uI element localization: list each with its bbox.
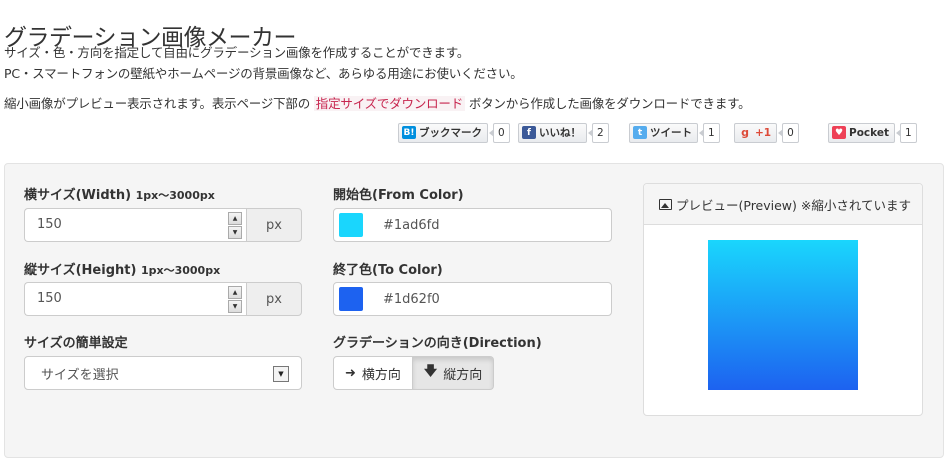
width-input-group: 150 ▲ ▼ px xyxy=(24,208,302,242)
from-color-label: 開始色(From Color) xyxy=(333,188,464,203)
to-color-value: #1d62f0 xyxy=(383,291,440,307)
height-label: 縦サイズ(Height) 1px〜3000px xyxy=(24,259,220,278)
width-value: 150 xyxy=(37,217,62,232)
width-label-text: 横サイズ(Width) xyxy=(24,188,132,203)
picture-icon xyxy=(659,198,672,210)
hatena-bookmark-widget: B! ブックマーク 0 xyxy=(398,122,510,143)
width-spinner: ▲ ▼ xyxy=(228,212,242,239)
height-input-group: 150 ▲ ▼ px xyxy=(24,282,302,316)
facebook-label: いいね！ xyxy=(539,127,581,139)
pocket-icon: ♥ xyxy=(832,126,846,139)
width-unit: px xyxy=(246,208,302,242)
gplus-button[interactable]: g +1 xyxy=(734,122,778,143)
description-text: 縮小画像がプレビュー表示されます。表示ページ下部の xyxy=(4,96,311,111)
settings-panel: 横サイズ(Width) 1px〜3000px 150 ▲ ▼ px 縦サイズ(H… xyxy=(4,163,944,458)
hatena-label: ブックマーク xyxy=(419,127,482,139)
to-color-label: 終了色(To Color) xyxy=(333,263,443,278)
pocket-widget: ♥ Pocket 1 xyxy=(828,122,917,143)
gplus-icon: g xyxy=(741,126,749,139)
preview-panel: プレビュー(Preview) ※縮小されています xyxy=(643,183,923,416)
preview-header: プレビュー(Preview) ※縮小されています xyxy=(644,184,922,225)
description-line-2: PC・スマートフォンの壁紙やホームページの背景画像など、あらゆる用途にお使いくだ… xyxy=(4,66,523,81)
facebook-icon: f xyxy=(522,126,536,139)
width-input[interactable]: 150 ▲ ▼ xyxy=(24,208,246,242)
facebook-count: 2 xyxy=(588,122,609,143)
gplus-label: +1 xyxy=(755,126,772,139)
vertical-direction-button[interactable]: 🡇 縦方向 xyxy=(412,356,495,390)
pocket-label: Pocket xyxy=(849,126,889,139)
height-input[interactable]: 150 ▲ ▼ xyxy=(24,282,246,316)
arrow-right-icon: ➜ xyxy=(345,365,356,381)
vertical-label: 縦方向 xyxy=(443,367,483,383)
width-label: 横サイズ(Width) 1px〜3000px xyxy=(24,184,215,203)
facebook-like-widget: f いいね！ 2 xyxy=(518,122,609,143)
height-label-text: 縦サイズ(Height) xyxy=(24,263,137,278)
twitter-widget: t ツイート 1 xyxy=(629,122,720,143)
height-value: 150 xyxy=(37,291,62,306)
width-hint: 1px〜3000px xyxy=(135,189,215,202)
tweet-label: ツイート xyxy=(650,127,692,139)
size-preset-select[interactable]: サイズを選択 ▼ xyxy=(24,356,302,390)
spin-up-icon[interactable]: ▲ xyxy=(228,286,242,299)
height-hint: 1px〜3000px xyxy=(140,264,221,277)
facebook-like-button[interactable]: f いいね！ xyxy=(518,122,587,143)
gplus-count: 0 xyxy=(778,122,799,143)
to-color-input[interactable]: #1d62f0 xyxy=(333,282,612,316)
description-line-3: 縮小画像がプレビュー表示されます。表示ページ下部の 指定サイズでダウンロード ボ… xyxy=(4,93,751,112)
size-preset-label: サイズの簡単設定 xyxy=(24,336,128,351)
spin-down-icon[interactable]: ▼ xyxy=(228,226,242,239)
height-unit: px xyxy=(246,282,302,316)
hatena-icon: B! xyxy=(402,126,416,139)
pocket-button[interactable]: ♥ Pocket xyxy=(828,122,895,143)
direction-button-group: ➜ 横方向 🡇 縦方向 xyxy=(333,356,495,390)
direction-label: グラデーションの向き(Direction) xyxy=(333,336,542,351)
chevron-down-icon: ▼ xyxy=(273,366,289,382)
from-color-input[interactable]: #1ad6fd xyxy=(333,208,612,242)
twitter-icon: t xyxy=(633,126,647,139)
horizontal-label: 横方向 xyxy=(361,367,401,383)
pocket-count: 1 xyxy=(896,122,917,143)
description-text-end: ボタンから作成した画像をダウンロードできます。 xyxy=(468,96,751,111)
spin-down-icon[interactable]: ▼ xyxy=(228,300,242,313)
size-preset-value: サイズを選択 xyxy=(41,367,119,383)
arrow-down-icon: 🡇 xyxy=(423,364,438,379)
from-color-swatch[interactable] xyxy=(339,213,363,237)
horizontal-direction-button[interactable]: ➜ 横方向 xyxy=(333,356,413,390)
height-spinner: ▲ ▼ xyxy=(228,286,242,313)
tweet-button[interactable]: t ツイート xyxy=(629,122,698,143)
from-color-value: #1ad6fd xyxy=(383,217,440,233)
hatena-count: 0 xyxy=(489,122,510,143)
spin-up-icon[interactable]: ▲ xyxy=(228,212,242,225)
gradient-preview-image xyxy=(708,240,858,390)
hatena-bookmark-button[interactable]: B! ブックマーク xyxy=(398,122,488,143)
description-line-1: サイズ・色・方向を指定して自由にグラデーション画像を作成することができます。 xyxy=(4,45,470,60)
tweet-count: 1 xyxy=(699,122,720,143)
gplus-widget: g +1 0 xyxy=(734,122,799,143)
preview-title: プレビュー(Preview) ※縮小されています xyxy=(676,197,911,213)
download-link-text[interactable]: 指定サイズでダウンロード xyxy=(313,96,466,111)
to-color-swatch[interactable] xyxy=(339,287,363,311)
